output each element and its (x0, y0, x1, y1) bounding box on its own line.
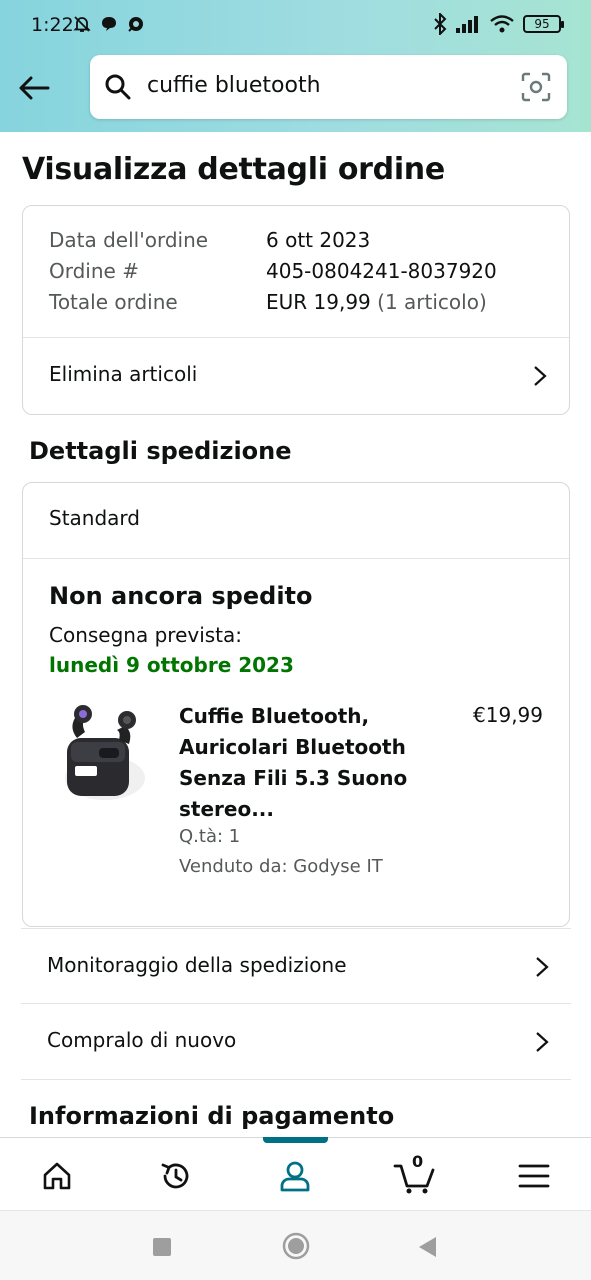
track-shipment-label: Monitoraggio della spedizione (47, 953, 347, 977)
app-header: 1:22 95 cuffie bluetooth (0, 0, 591, 132)
history-icon (161, 1163, 189, 1189)
back-triangle-icon[interactable] (416, 1235, 438, 1259)
shipping-section-title: Dettagli spedizione (29, 437, 292, 465)
product-image[interactable] (55, 698, 155, 808)
order-number-value: 405-0804241-8037920 (266, 259, 497, 283)
arrow-left-icon (19, 76, 50, 100)
chevron-right-icon (534, 366, 547, 386)
order-total-value: EUR 19,99 (1 articolo) (266, 290, 487, 314)
order-total-label: Totale ordine (49, 290, 178, 314)
menu-icon (518, 1164, 550, 1188)
chat-icon (102, 17, 116, 31)
track-shipment-row[interactable]: Monitoraggio della spedizione (21, 928, 571, 1004)
product-price: €19,99 (473, 703, 543, 727)
delete-items-label: Elimina articoli (49, 362, 198, 386)
chevron-right-icon (536, 1032, 549, 1052)
order-item-count: (1 articolo) (370, 290, 487, 314)
delivery-label: Consegna prevista: (49, 623, 243, 647)
shipping-method: Standard (49, 506, 140, 530)
nav-account[interactable] (275, 1156, 315, 1196)
status-time: 1:22 (31, 14, 74, 36)
status-bar: 1:22 95 (0, 0, 591, 50)
buy-again-row[interactable]: Compralo di nuovo (21, 1004, 571, 1080)
product-quantity: Q.tà: 1 (179, 826, 241, 847)
recents-square-icon[interactable] (152, 1237, 172, 1257)
camera-search-icon[interactable] (521, 72, 551, 102)
chevron-right-icon (536, 957, 549, 977)
messenger-icon (128, 17, 143, 32)
search-input[interactable]: cuffie bluetooth (147, 73, 321, 98)
status-system-icons: 95 (433, 13, 564, 35)
product-title-link[interactable]: Cuffie Bluetooth, Auricolari Bluetooth S… (179, 701, 429, 825)
battery-indicator: 95 (523, 15, 564, 33)
payment-section-title: Informazioni di pagamento (29, 1102, 395, 1130)
buy-again-label: Compralo di nuovo (47, 1028, 237, 1052)
product-seller: Venduto da: Godyse IT (179, 856, 383, 877)
search-icon (105, 74, 131, 100)
order-date-label: Data dell'ordine (49, 228, 209, 252)
delete-items-row[interactable]: Elimina articoli (23, 338, 569, 415)
shipment-status: Non ancora spedito (49, 582, 313, 610)
nav-menu[interactable] (514, 1156, 554, 1196)
status-notification-icons (72, 14, 146, 34)
signal-icon (456, 16, 478, 33)
delivery-date: lunedì 9 ottobre 2023 (49, 653, 294, 677)
nav-cart[interactable]: 0 (392, 1152, 438, 1196)
order-summary-card: Data dell'ordine 6 ott 2023 Ordine # 405… (22, 205, 570, 415)
search-bar[interactable]: cuffie bluetooth (90, 55, 567, 119)
bottom-navigation: 0 (0, 1137, 591, 1210)
nav-home[interactable] (37, 1156, 77, 1196)
back-button[interactable] (16, 70, 52, 106)
nav-history[interactable] (156, 1156, 196, 1196)
shipment-card: Standard Non ancora spedito Consegna pre… (22, 482, 570, 927)
cart-count-badge: 0 (412, 1152, 424, 1171)
card-divider (23, 558, 569, 559)
home-circle-icon[interactable] (282, 1232, 310, 1260)
home-icon (43, 1162, 71, 1190)
wifi-icon (490, 15, 514, 33)
page-title: Visualizza dettagli ordine (22, 152, 445, 187)
order-number-label: Ordine # (49, 259, 139, 283)
active-tab-indicator (263, 1137, 328, 1143)
account-icon (280, 1161, 310, 1192)
bluetooth-icon (434, 13, 447, 35)
system-navigation-bar (0, 1210, 591, 1280)
muted-bell-icon (73, 16, 91, 32)
order-total-amount: EUR 19,99 (266, 290, 371, 314)
order-date-value: 6 ott 2023 (266, 228, 371, 252)
